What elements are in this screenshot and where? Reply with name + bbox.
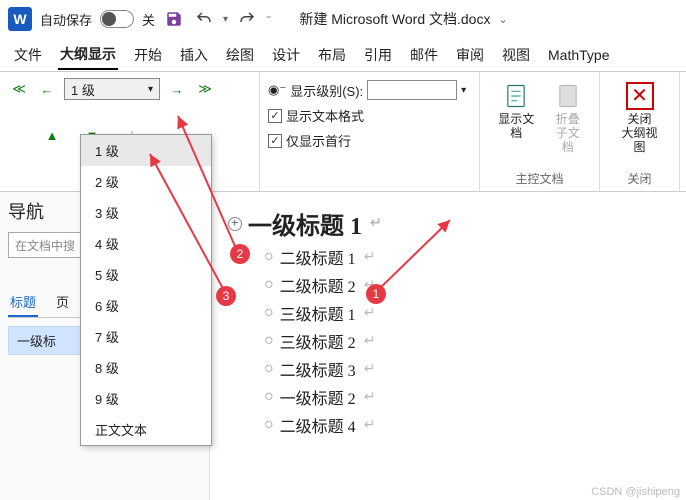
dropdown-item[interactable]: 2 级: [81, 166, 211, 197]
document-area[interactable]: 一级标题 1↵ ○二级标题 1↵ ○二级标题 2↵ ○三级标题 1↵ ○三级标题…: [210, 192, 686, 500]
bullet-icon: ○: [264, 276, 274, 294]
menu-insert[interactable]: 插入: [178, 41, 210, 69]
move-up-button[interactable]: ▲: [41, 124, 63, 146]
autosave-toggle[interactable]: [100, 10, 134, 28]
level-select-value: 1 级: [71, 80, 95, 99]
promote-to-top-button[interactable]: ≪: [8, 78, 30, 100]
dropdown-item[interactable]: 5 级: [81, 259, 211, 290]
menu-mailings[interactable]: 邮件: [408, 41, 440, 69]
menu-outline[interactable]: 大纲显示: [58, 40, 118, 70]
close-icon: ✕: [626, 82, 654, 110]
menu-layout[interactable]: 布局: [316, 41, 348, 69]
bullet-icon: ○: [264, 416, 274, 434]
redo-button[interactable]: [236, 8, 258, 30]
chevron-down-icon[interactable]: ▾: [461, 85, 466, 96]
undo-dropdown[interactable]: ▾: [223, 14, 228, 25]
demote-button[interactable]: →: [166, 78, 188, 100]
level-select[interactable]: 1 级 ▾: [64, 78, 160, 100]
menu-view[interactable]: 视图: [500, 41, 532, 69]
bullet-icon: ○: [264, 360, 274, 378]
only-first-line-checkbox[interactable]: ✓: [268, 134, 282, 148]
dropdown-item[interactable]: 8 级: [81, 352, 211, 383]
bullet-icon: ○: [264, 304, 274, 322]
autosave-label: 自动保存: [40, 10, 92, 29]
nav-tab-headings[interactable]: 标题: [8, 288, 38, 317]
menu-draw[interactable]: 绘图: [224, 41, 256, 69]
menu-file[interactable]: 文件: [12, 41, 44, 69]
menu-review[interactable]: 审阅: [454, 41, 486, 69]
heading-item: 二级标题 3: [280, 357, 356, 381]
show-level-input[interactable]: [367, 80, 457, 100]
document-title: 新建 Microsoft Word 文档.docx: [299, 9, 490, 29]
show-document-button[interactable]: 显示文档: [488, 78, 545, 158]
collapse-subdoc-button[interactable]: 折叠 子文档: [545, 78, 591, 158]
promote-button[interactable]: ←: [36, 78, 58, 100]
dropdown-item[interactable]: 4 级: [81, 228, 211, 259]
demote-to-body-button[interactable]: ≫: [194, 78, 216, 100]
bullet-icon: ○: [264, 248, 274, 266]
level-dropdown: 1 级 2 级 3 级 4 级 5 级 6 级 7 级 8 级 9 级 正文文本: [80, 134, 212, 446]
dropdown-item[interactable]: 9 级: [81, 383, 211, 414]
heading-item: 二级标题 2: [280, 273, 356, 297]
menu-mathtype[interactable]: MathType: [546, 43, 611, 67]
close-outline-button[interactable]: ✕ 关闭 大纲视图: [608, 78, 671, 158]
eye-icon: ◉⁻: [268, 82, 286, 98]
autosave-state: 关: [142, 10, 155, 29]
menu-home[interactable]: 开始: [132, 41, 164, 69]
show-format-label: 显示文本格式: [286, 106, 364, 125]
expand-icon[interactable]: [228, 217, 242, 231]
dropdown-item[interactable]: 7 级: [81, 321, 211, 352]
heading-item: 一级标题 2: [280, 385, 356, 409]
chevron-down-icon: ▾: [148, 84, 153, 95]
annotation-2: 2: [230, 244, 250, 264]
heading-item: 二级标题 4: [280, 413, 356, 437]
menu-references[interactable]: 引用: [362, 41, 394, 69]
bullet-icon: ○: [264, 388, 274, 406]
dropdown-item[interactable]: 正文文本: [81, 414, 211, 445]
word-app-icon: W: [8, 7, 32, 31]
heading-item: 三级标题 1: [280, 301, 356, 325]
qat-more[interactable]: ⁼: [266, 14, 271, 25]
group-master-label: 主控文档: [488, 170, 591, 187]
save-button[interactable]: [163, 8, 185, 30]
dropdown-item[interactable]: 1 级: [81, 135, 211, 166]
heading-1: 一级标题 1: [248, 206, 362, 241]
heading-item: 三级标题 2: [280, 329, 356, 353]
show-level-label: 显示级别(S):: [290, 81, 363, 100]
nav-tab-pages[interactable]: 页: [54, 288, 71, 317]
watermark: CSDN @jishipeng: [591, 486, 680, 498]
group-close-label: 关闭: [608, 170, 671, 187]
only-first-line-label: 仅显示首行: [286, 131, 351, 150]
heading-item: 二级标题 1: [280, 245, 356, 269]
annotation-3: 3: [216, 286, 236, 306]
undo-button[interactable]: [193, 8, 215, 30]
dropdown-item[interactable]: 3 级: [81, 197, 211, 228]
menu-design[interactable]: 设计: [270, 41, 302, 69]
bullet-icon: ○: [264, 332, 274, 350]
nav-title: 导航: [8, 198, 44, 224]
menu-bar: 文件 大纲显示 开始 插入 绘图 设计 布局 引用 邮件 审阅 视图 MathT…: [0, 38, 686, 72]
annotation-1: 1: [366, 284, 386, 304]
dropdown-item[interactable]: 6 级: [81, 290, 211, 321]
show-format-checkbox[interactable]: ✓: [268, 109, 282, 123]
doc-title-dropdown[interactable]: ⌄: [498, 13, 507, 26]
